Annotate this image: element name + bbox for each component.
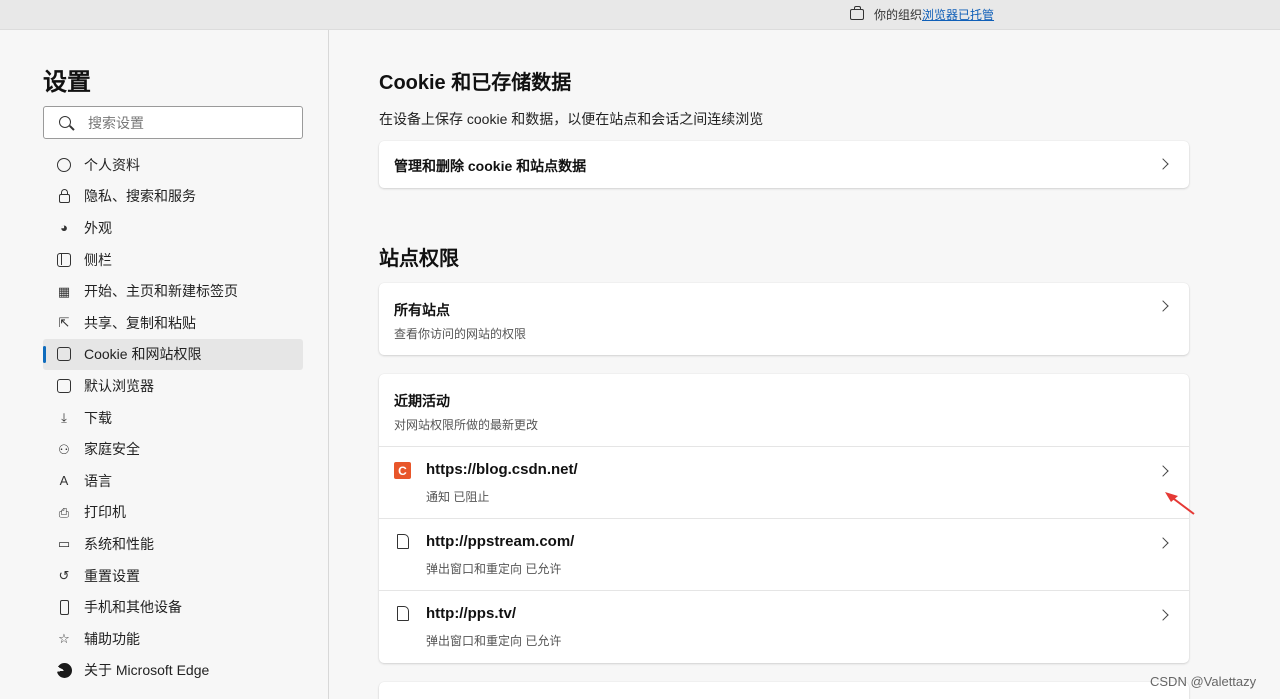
sidebar-item-label: 下载 [84, 409, 112, 426]
sidebar-item-label: 个人资料 [84, 156, 140, 173]
cookie-icon [56, 346, 72, 362]
sidebar-item-profile[interactable]: 个人资料 [43, 149, 303, 181]
site-url: http://ppstream.com/ [426, 533, 575, 550]
share-icon: ⇱ [58, 315, 70, 331]
sidebar-item-label: 家庭安全 [84, 441, 140, 458]
recent-activity-card: 近期活动 对网站权限所做的最新更改 C https://blog.csdn.ne… [379, 374, 1189, 663]
sidebar-item-sidebar[interactable]: 侧栏 [43, 244, 303, 276]
sidebar-item-languages[interactable]: A 语言 [43, 465, 303, 497]
csdn-favicon: C [394, 462, 411, 479]
site-permission-status: 弹出窗口和重定向 已允许 [426, 634, 562, 648]
sidebar-item-reset[interactable]: ↺ 重置设置 [43, 560, 303, 592]
recent-site-row[interactable]: http://ppstream.com/ 弹出窗口和重定向 已允许 [379, 519, 1189, 590]
accessibility-icon: ☆ [58, 631, 70, 647]
settings-title: 设置 [43, 69, 91, 96]
search-input[interactable] [88, 113, 288, 133]
sidebar-item-label: 关于 Microsoft Edge [84, 662, 210, 679]
sidebar-item-printers[interactable]: ⎙ 打印机 [43, 497, 303, 529]
sidebar-item-label: 隐私、搜索和服务 [84, 188, 196, 205]
file-icon [397, 534, 409, 549]
reset-icon: ↺ [58, 568, 70, 584]
sidebar-item-accessibility[interactable]: ☆ 辅助功能 [43, 623, 303, 655]
manage-cookies-row[interactable]: 管理和删除 cookie 和站点数据 [379, 141, 1189, 188]
chevron-right-icon [1157, 537, 1169, 549]
settings-nav: 个人资料 隐私、搜索和服务 ◕ 外观 侧栏 ▦ 开始、主页和新建标签页 ⇱ 共享… [43, 149, 303, 686]
palette-icon: ◕ [60, 220, 68, 236]
chevron-right-icon [1157, 465, 1169, 477]
sidebar-item-label: Cookie 和网站权限 [84, 346, 202, 363]
sidebar-item-cookies[interactable]: Cookie 和网站权限 [43, 338, 303, 371]
sidebar-item-label: 重置设置 [84, 567, 140, 584]
lock-icon [56, 188, 72, 204]
profile-icon [56, 157, 72, 173]
sidebar-item-label: 手机和其他设备 [84, 599, 182, 616]
site-url: http://pps.tv/ [426, 605, 516, 622]
search-box[interactable] [43, 106, 303, 139]
chevron-right-icon [1157, 609, 1169, 621]
edge-icon [56, 662, 72, 678]
sidebar-item-downloads[interactable]: ⤓ 下载 [43, 402, 303, 434]
sidebar-icon [56, 252, 72, 268]
sidebar-item-about[interactable]: 关于 Microsoft Edge [43, 655, 303, 687]
recent-activity-title: 近期活动 [394, 393, 450, 409]
printer-icon: ⎙ [58, 504, 70, 520]
home-icon: ▦ [57, 283, 71, 299]
permissions-section-title: 站点权限 [379, 248, 459, 270]
site-permission-status: 弹出窗口和重定向 已允许 [426, 562, 562, 576]
annotation-arrow-icon [1165, 492, 1195, 515]
managed-org-text: 你的组织 [874, 8, 923, 22]
search-icon [59, 116, 71, 128]
cookie-section-description: 在设备上保存 cookie 和数据，以便在站点和会话之间连续浏览 [379, 111, 764, 127]
file-icon [397, 606, 409, 621]
sidebar-item-label: 侧栏 [84, 251, 112, 268]
sidebar-item-label: 外观 [84, 219, 112, 236]
recent-site-row[interactable]: C https://blog.csdn.net/ 通知 已阻止 [379, 447, 1189, 518]
all-sites-subtitle: 查看你访问的网站的权限 [394, 327, 527, 341]
sidebar-item-appearance[interactable]: ◕ 外观 [43, 212, 303, 244]
all-sites-row[interactable]: 所有站点 查看你访问的网站的权限 [379, 283, 1189, 355]
main-content: Cookie 和已存储数据 在设备上保存 cookie 和数据，以便在站点和会话… [329, 30, 1280, 699]
language-icon: A [59, 473, 69, 489]
download-icon: ⤓ [61, 410, 67, 426]
managed-notice: 你的组织 浏览器已托管 [850, 6, 994, 23]
recent-site-row[interactable]: http://pps.tv/ 弹出窗口和重定向 已允许 [379, 591, 1189, 663]
sidebar-item-label: 打印机 [84, 504, 126, 521]
briefcase-icon [850, 6, 864, 20]
site-permission-status: 通知 已阻止 [426, 490, 490, 504]
sidebar-item-label: 默认浏览器 [84, 377, 154, 394]
sidebar-item-label: 开始、主页和新建标签页 [84, 283, 238, 300]
recent-activity-subtitle: 对网站权限所做的最新更改 [394, 418, 539, 432]
sidebar-item-label: 系统和性能 [84, 535, 154, 552]
sidebar-item-privacy[interactable]: 隐私、搜索和服务 [43, 181, 303, 213]
sidebar-item-family[interactable]: ⚇ 家庭安全 [43, 433, 303, 465]
sidebar-item-label: 辅助功能 [84, 630, 140, 647]
sidebar-item-phone[interactable]: 手机和其他设备 [43, 591, 303, 623]
cookie-section-title: Cookie 和已存储数据 [379, 72, 572, 94]
chevron-right-icon [1157, 300, 1169, 312]
browser-icon [56, 378, 72, 394]
managed-browser-link[interactable]: 浏览器已托管 [922, 6, 994, 23]
sidebar-item-default-browser[interactable]: 默认浏览器 [43, 370, 303, 402]
site-url: https://blog.csdn.net/ [426, 461, 578, 478]
top-bar: 你的组织 浏览器已托管 [0, 0, 1280, 30]
next-section-card [379, 682, 1189, 699]
chevron-right-icon [1157, 158, 1169, 170]
watermark: CSDN @Valettazy [1150, 674, 1257, 689]
phone-icon [56, 599, 72, 615]
sidebar-item-system[interactable]: ▭ 系统和性能 [43, 528, 303, 560]
family-icon: ⚇ [58, 441, 70, 457]
laptop-icon: ▭ [57, 536, 71, 552]
sidebar-item-start-home[interactable]: ▦ 开始、主页和新建标签页 [43, 275, 303, 307]
all-sites-title: 所有站点 [394, 302, 450, 318]
manage-cookies-label: 管理和删除 cookie 和站点数据 [394, 158, 587, 174]
sidebar-item-label: 语言 [84, 472, 112, 489]
sidebar-item-label: 共享、复制和粘贴 [84, 314, 196, 331]
sidebar-item-share[interactable]: ⇱ 共享、复制和粘贴 [43, 307, 303, 339]
